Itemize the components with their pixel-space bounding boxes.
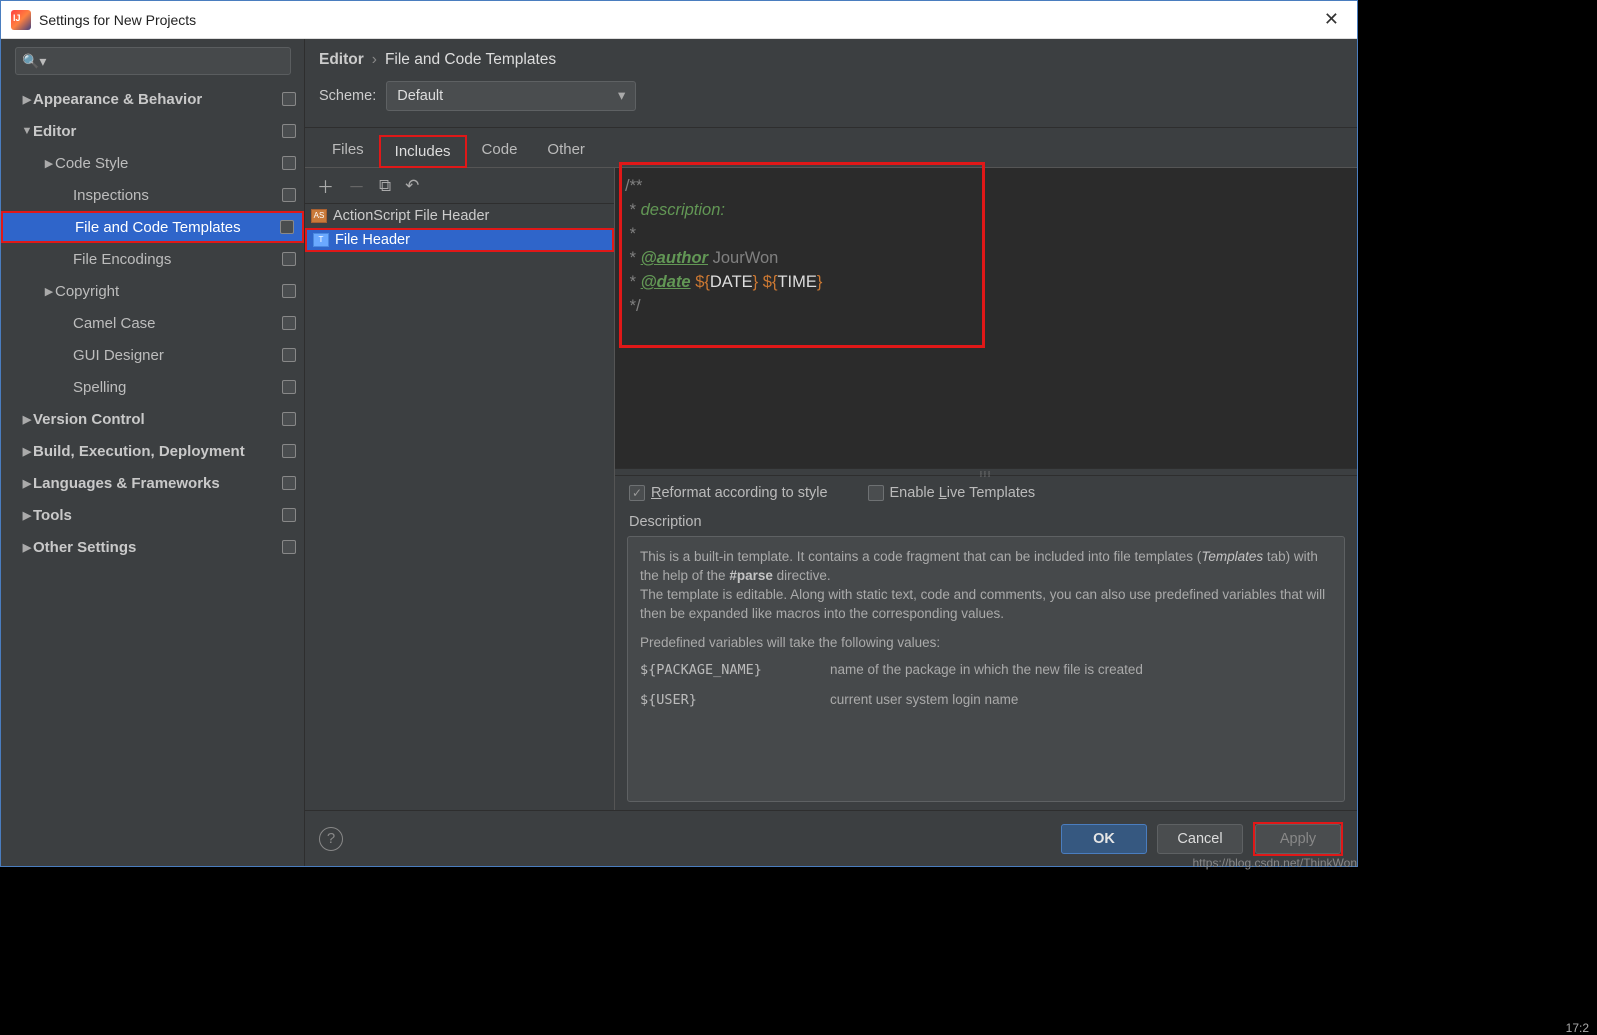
variable-name: ${PACKAGE_NAME} bbox=[640, 662, 790, 678]
copy-icon[interactable]: ⧉ bbox=[379, 176, 391, 196]
sidebar-item-label: Camel Case bbox=[73, 315, 156, 332]
sidebar-item-label: Version Control bbox=[33, 411, 145, 428]
apply-button[interactable]: Apply bbox=[1255, 824, 1341, 854]
chevron-right-icon: › bbox=[372, 51, 377, 69]
scope-icon bbox=[282, 124, 296, 138]
scope-icon bbox=[282, 380, 296, 394]
ok-button[interactable]: OK bbox=[1061, 824, 1147, 854]
crumb-root: Editor bbox=[319, 51, 364, 69]
scope-icon bbox=[282, 188, 296, 202]
sidebar-item-editor[interactable]: ▼Editor bbox=[1, 115, 304, 147]
sidebar-item-inspections[interactable]: Inspections bbox=[1, 179, 304, 211]
sidebar-item-label: Code Style bbox=[55, 155, 128, 172]
sidebar-item-appearance-behavior[interactable]: ▶Appearance & Behavior bbox=[1, 83, 304, 115]
template-item-label: ActionScript File Header bbox=[333, 208, 489, 224]
scope-icon bbox=[282, 156, 296, 170]
sidebar-item-languages-frameworks[interactable]: ▶Languages & Frameworks bbox=[1, 467, 304, 499]
scope-icon bbox=[282, 284, 296, 298]
scope-icon bbox=[280, 220, 294, 234]
scope-icon bbox=[282, 540, 296, 554]
sidebar-item-version-control[interactable]: ▶Version Control bbox=[1, 403, 304, 435]
search-icon: 🔍▾ bbox=[22, 53, 46, 70]
tab-code[interactable]: Code bbox=[467, 134, 533, 167]
chevron-icon: ▶ bbox=[43, 157, 55, 170]
sidebar-item-label: Build, Execution, Deployment bbox=[33, 443, 245, 460]
live-templates-checkbox[interactable]: Enable Live Templates bbox=[868, 485, 1036, 501]
scope-icon bbox=[282, 476, 296, 490]
undo-icon[interactable]: ↶ bbox=[405, 176, 419, 196]
chevron-icon: ▶ bbox=[21, 541, 33, 554]
template-item-file-header[interactable]: T File Header bbox=[305, 228, 614, 252]
variable-name: ${USER} bbox=[640, 692, 790, 708]
sidebar-item-camel-case[interactable]: Camel Case bbox=[1, 307, 304, 339]
sidebar-item-other-settings[interactable]: ▶Other Settings bbox=[1, 531, 304, 563]
scope-icon bbox=[282, 412, 296, 426]
chevron-icon: ▼ bbox=[21, 125, 33, 137]
sidebar-item-gui-designer[interactable]: GUI Designer bbox=[1, 339, 304, 371]
search-input[interactable]: 🔍▾ bbox=[15, 47, 291, 75]
scope-icon bbox=[282, 252, 296, 266]
remove-icon[interactable]: － bbox=[348, 173, 365, 198]
scope-icon bbox=[282, 348, 296, 362]
chevron-icon: ▶ bbox=[43, 285, 55, 298]
watermark: https://blog.csdn.net/ThinkWon bbox=[1192, 856, 1357, 870]
file-icon: AS bbox=[311, 209, 327, 223]
sidebar-item-label: Copyright bbox=[55, 283, 119, 300]
chevron-icon: ▶ bbox=[21, 445, 33, 458]
sidebar-item-tools[interactable]: ▶Tools bbox=[1, 499, 304, 531]
add-icon[interactable]: ＋ bbox=[317, 173, 334, 198]
chevron-icon: ▶ bbox=[21, 509, 33, 522]
variable-desc: current user system login name bbox=[830, 692, 1018, 708]
tab-other[interactable]: Other bbox=[532, 134, 600, 167]
clock: 17:2 bbox=[1566, 1021, 1589, 1035]
template-editor[interactable]: /** * description: * * @author JourWon *… bbox=[615, 168, 1357, 468]
sidebar-item-file-and-code-templates[interactable]: File and Code Templates bbox=[1, 211, 304, 243]
scheme-label: Scheme: bbox=[319, 88, 376, 104]
sidebar-item-label: File and Code Templates bbox=[75, 219, 241, 236]
sidebar-item-label: Tools bbox=[33, 507, 72, 524]
scheme-value: Default bbox=[397, 88, 443, 104]
window-title: Settings for New Projects bbox=[39, 12, 196, 28]
settings-sidebar: 🔍▾ ▶Appearance & Behavior▼Editor▶Code St… bbox=[1, 39, 305, 866]
reformat-checkbox[interactable]: ✓ Reformat according to style bbox=[629, 485, 828, 501]
variable-desc: name of the package in which the new fil… bbox=[830, 662, 1143, 678]
sidebar-item-copyright[interactable]: ▶Copyright bbox=[1, 275, 304, 307]
titlebar: Settings for New Projects ✕ bbox=[1, 1, 1357, 39]
sidebar-item-label: Inspections bbox=[73, 187, 149, 204]
scope-icon bbox=[282, 508, 296, 522]
chevron-down-icon: ▾ bbox=[618, 88, 625, 104]
scope-icon bbox=[282, 444, 296, 458]
template-item-label: File Header bbox=[335, 232, 410, 248]
sidebar-item-spelling[interactable]: Spelling bbox=[1, 371, 304, 403]
sidebar-item-build-execution-deployment[interactable]: ▶Build, Execution, Deployment bbox=[1, 435, 304, 467]
breadcrumb: Editor › File and Code Templates bbox=[319, 51, 1343, 69]
sidebar-item-label: GUI Designer bbox=[73, 347, 164, 364]
sidebar-item-label: Languages & Frameworks bbox=[33, 475, 220, 492]
description-panel: This is a built-in template. It contains… bbox=[627, 536, 1345, 802]
chevron-icon: ▶ bbox=[21, 413, 33, 426]
sidebar-item-code-style[interactable]: ▶Code Style bbox=[1, 147, 304, 179]
scope-icon bbox=[282, 92, 296, 106]
cancel-button[interactable]: Cancel bbox=[1157, 824, 1243, 854]
sidebar-item-label: Other Settings bbox=[33, 539, 136, 556]
app-icon bbox=[11, 10, 31, 30]
close-icon[interactable]: ✕ bbox=[1316, 7, 1347, 32]
description-label: Description bbox=[615, 510, 1357, 532]
template-item-actionscript-file-header[interactable]: AS ActionScript File Header bbox=[305, 204, 614, 228]
chevron-icon: ▶ bbox=[21, 477, 33, 490]
sidebar-item-label: File Encodings bbox=[73, 251, 171, 268]
scheme-select[interactable]: Default ▾ bbox=[386, 81, 636, 111]
sidebar-item-label: Spelling bbox=[73, 379, 126, 396]
crumb-current: File and Code Templates bbox=[385, 51, 556, 69]
sidebar-item-label: Editor bbox=[33, 123, 76, 140]
chevron-icon: ▶ bbox=[21, 93, 33, 106]
file-icon: T bbox=[313, 233, 329, 247]
sidebar-item-file-encodings[interactable]: File Encodings bbox=[1, 243, 304, 275]
resize-grip[interactable]: ፧፧፧ bbox=[615, 468, 1357, 476]
scope-icon bbox=[282, 316, 296, 330]
tab-includes[interactable]: Includes bbox=[379, 135, 467, 168]
tab-files[interactable]: Files bbox=[317, 134, 379, 167]
help-icon[interactable]: ? bbox=[319, 827, 343, 851]
sidebar-item-label: Appearance & Behavior bbox=[33, 91, 202, 108]
